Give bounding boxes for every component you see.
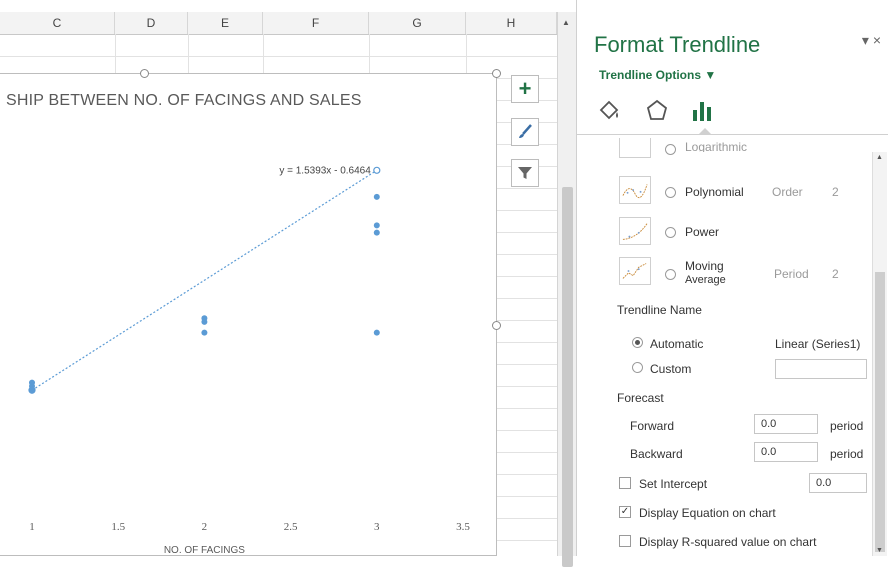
set-intercept-checkbox[interactable]: [619, 477, 631, 489]
spreadsheet-area[interactable]: C D E F G H SHIP BETWEEN NO. OF FACINGS …: [0, 0, 557, 556]
custom-name-input[interactable]: [775, 359, 867, 379]
x-tick-label: 1: [29, 521, 35, 533]
pane-vertical-scrollbar[interactable]: ▲ ▼: [872, 152, 887, 556]
polynomial-trend-icon: [619, 176, 651, 204]
backward-unit: period: [830, 447, 864, 461]
pane-scroll-down-icon[interactable]: ▼: [876, 547, 883, 554]
data-point: [201, 318, 208, 325]
order-value[interactable]: 2: [832, 185, 839, 199]
moving-average-radio[interactable]: [665, 269, 676, 280]
polynomial-radio[interactable]: [665, 187, 676, 198]
logarithmic-label: Logarithmic: [685, 140, 748, 152]
sheet-vertical-scrollbar[interactable]: ▲: [557, 12, 577, 567]
logarithmic-radio[interactable]: [665, 144, 676, 155]
polynomial-label: Polynomial: [685, 185, 744, 199]
chart-resize-handle-top-right[interactable]: [492, 69, 501, 78]
filter-icon: [518, 167, 532, 179]
data-point: [373, 229, 380, 236]
custom-radio[interactable]: [632, 362, 643, 373]
moving-label: Moving: [685, 259, 724, 273]
data-point: [373, 193, 380, 200]
trendline: [31, 169, 378, 391]
display-rsquared-label: Display R-squared value on chart: [639, 535, 817, 549]
chart-resize-handle-right[interactable]: [492, 321, 501, 330]
data-point: [373, 329, 380, 336]
trendline-name-heading: Trendline Name: [617, 303, 702, 317]
pane-title: Format Trendline: [594, 32, 761, 57]
x-tick-label: 2: [202, 521, 208, 533]
scroll-up-arrow-icon[interactable]: ▲: [562, 18, 570, 27]
intercept-input[interactable]: 0.0: [809, 473, 867, 493]
column-header-bar: C D E F G H: [0, 12, 557, 35]
custom-label: Custom: [650, 362, 692, 376]
forward-label: Forward: [630, 419, 675, 433]
column-header-h[interactable]: H: [466, 12, 557, 34]
chart-plot[interactable]: y = 1.5393x - 0.6464 1 1.5 2 2.5 3 3.5 NO. OF F…: [0, 74, 496, 556]
x-tick-label: 1.5: [111, 521, 125, 533]
pane-scroll-up-icon[interactable]: ▲: [876, 154, 883, 161]
plus-icon: +: [518, 76, 532, 101]
display-equation-checkbox[interactable]: ✓: [619, 506, 631, 518]
automatic-name-value: Linear (Series1): [775, 337, 861, 351]
forward-unit: period: [830, 419, 864, 433]
column-header-f[interactable]: F: [263, 12, 369, 34]
moving-average-trend-icon: [619, 257, 651, 285]
column-header-d[interactable]: D: [115, 12, 188, 34]
logarithmic-trend-icon: [619, 138, 651, 158]
fill-line-icon[interactable]: [597, 98, 621, 124]
automatic-radio[interactable]: [632, 337, 643, 348]
set-intercept-label: Set Intercept: [639, 477, 708, 491]
chart-styles-button[interactable]: [511, 118, 539, 146]
column-header-c[interactable]: C: [0, 12, 115, 34]
trendline-options-dropdown[interactable]: Trendline Options ▼: [599, 68, 716, 82]
trendline-options-icon[interactable]: [690, 98, 714, 124]
display-equation-label: Display Equation on chart: [639, 506, 776, 520]
x-tick-label: 3.5: [456, 521, 470, 533]
x-tick-label: 3: [374, 521, 380, 533]
period-label: Period: [774, 267, 809, 281]
effects-icon[interactable]: [645, 98, 669, 124]
column-header-g[interactable]: G: [369, 12, 466, 34]
format-trendline-pane: Format Trendline ▾ × Trendline Options ▼…: [576, 0, 888, 556]
order-label: Order: [772, 185, 803, 199]
pane-scrollbar-thumb[interactable]: [875, 272, 885, 552]
chart-area[interactable]: SHIP BETWEEN NO. OF FACINGS AND SALES y …: [0, 73, 497, 556]
grid-line: [0, 56, 557, 57]
scrollbar-thumb[interactable]: [562, 187, 573, 567]
data-point: [201, 329, 208, 336]
display-rsquared-checkbox[interactable]: [619, 535, 631, 547]
x-axis-title: NO. OF FACINGS: [164, 545, 245, 556]
trendline-equation-label[interactable]: y = 1.5393x - 0.6464: [279, 165, 371, 176]
pane-divider: [577, 134, 888, 135]
chart-resize-handle-top[interactable]: [140, 69, 149, 78]
trendline-endpoint: [373, 166, 381, 174]
power-trend-icon: [619, 217, 651, 245]
x-tick-label: 2.5: [284, 521, 298, 533]
chart-filters-button[interactable]: [511, 159, 539, 187]
column-header-e[interactable]: E: [188, 12, 263, 34]
backward-input[interactable]: 0.0: [754, 442, 818, 462]
automatic-label: Automatic: [650, 337, 704, 351]
period-value[interactable]: 2: [832, 267, 839, 281]
power-label: Power: [685, 225, 720, 239]
data-point: [29, 386, 35, 393]
average-label: Average: [685, 274, 726, 286]
backward-label: Backward: [630, 447, 683, 461]
forecast-heading: Forecast: [617, 391, 664, 405]
brush-icon: [519, 124, 532, 138]
forward-input[interactable]: 0.0: [754, 414, 818, 434]
power-radio[interactable]: [665, 227, 676, 238]
pane-close-button[interactable]: ▾ ×: [862, 32, 881, 49]
data-point: [373, 222, 380, 229]
chart-elements-button[interactable]: +: [511, 75, 539, 103]
